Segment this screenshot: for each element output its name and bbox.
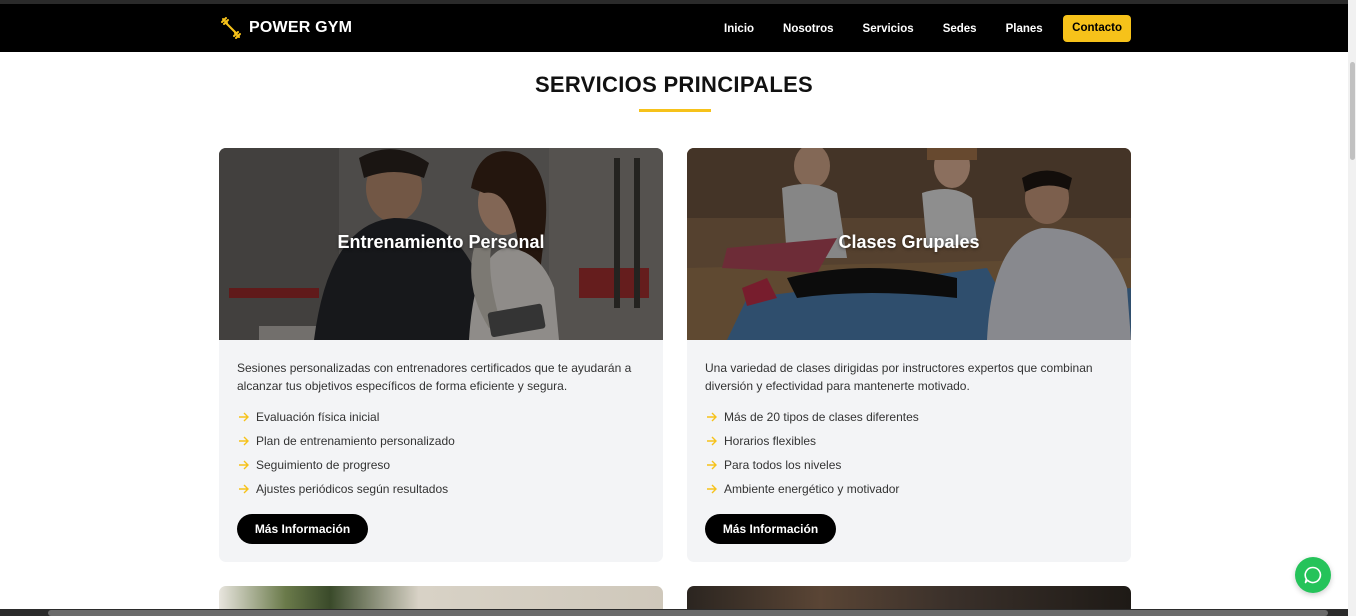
card-description: Sesiones personalizadas con entrenadores…	[237, 361, 632, 393]
arrow-right-icon	[239, 460, 249, 470]
title-underline	[639, 109, 711, 112]
feature-list: Evaluación física inicial Plan de entren…	[237, 405, 455, 501]
main-navbar: POWER GYM Inicio Nosotros Servicios Sede…	[0, 4, 1348, 52]
more-info-button[interactable]: Más Información	[237, 514, 368, 544]
nav-item-sedes[interactable]: Sedes	[928, 16, 991, 42]
feature-text: Para todos los niveles	[724, 458, 842, 472]
scrollbar-thumb[interactable]	[1350, 62, 1355, 160]
arrow-right-icon	[707, 436, 717, 446]
arrow-right-icon	[707, 412, 717, 422]
feature-item: Horarios flexibles	[705, 429, 919, 453]
nav-item-inicio[interactable]: Inicio	[710, 16, 769, 42]
feature-text: Plan de entrenamiento personalizado	[256, 434, 455, 448]
arrow-right-icon	[239, 484, 249, 494]
feature-item: Plan de entrenamiento personalizado	[237, 429, 455, 453]
feature-item: Seguimiento de progreso	[237, 453, 455, 477]
service-card-group-classes: Clases Grupales Una variedad de clases d…	[687, 148, 1131, 562]
feature-item: Para todos los niveles	[705, 453, 919, 477]
nav-menu: Inicio Nosotros Servicios Sedes Planes C…	[710, 15, 1131, 42]
feature-item: Ajustes periódicos según resultados	[237, 477, 455, 501]
nav-item-nosotros[interactable]: Nosotros	[769, 16, 848, 42]
feature-item: Evaluación física inicial	[237, 405, 455, 429]
arrow-right-icon	[239, 412, 249, 422]
card-title: Entrenamiento Personal	[337, 232, 545, 252]
arrow-right-icon	[239, 436, 249, 446]
vertical-scrollbar[interactable]	[1348, 0, 1356, 616]
section-title: SERVICIOS PRINCIPALES	[534, 72, 814, 97]
whatsapp-chat-icon	[1304, 566, 1322, 584]
card-image-group-classes: Clases Grupales	[687, 148, 1131, 340]
arrow-right-icon	[707, 460, 717, 470]
feature-text: Ambiente energético y motivador	[724, 482, 900, 496]
feature-list: Más de 20 tipos de clases diferentes Hor…	[705, 405, 919, 501]
arrow-right-icon	[707, 484, 717, 494]
card-title: Clases Grupales	[838, 232, 980, 252]
feature-text: Seguimiento de progreso	[256, 458, 391, 472]
nav-item-planes[interactable]: Planes	[991, 16, 1057, 42]
horizontal-scrollbar-thumb[interactable]	[48, 610, 1328, 616]
brand-logo[interactable]: POWER GYM	[219, 16, 352, 40]
whatsapp-chat-button[interactable]	[1295, 557, 1331, 593]
nav-item-servicios[interactable]: Servicios	[848, 16, 928, 42]
card-description: Una variedad de clases dirigidas por ins…	[705, 361, 1093, 393]
service-card-personal-training: Entrenamiento Personal Sesiones personal…	[219, 148, 663, 562]
feature-text: Horarios flexibles	[724, 434, 817, 448]
feature-item: Más de 20 tipos de clases diferentes	[705, 405, 919, 429]
dumbbell-icon	[221, 17, 241, 39]
brand-name: POWER GYM	[249, 19, 353, 36]
feature-text: Evaluación física inicial	[256, 410, 380, 424]
feature-item: Ambiente energético y motivador	[705, 477, 919, 501]
card-image-personal-training: Entrenamiento Personal	[219, 148, 663, 340]
contact-button[interactable]: Contacto	[1063, 15, 1131, 42]
feature-text: Más de 20 tipos de clases diferentes	[724, 410, 919, 424]
more-info-button[interactable]: Más Información	[705, 514, 836, 544]
feature-text: Ajustes periódicos según resultados	[256, 482, 449, 496]
